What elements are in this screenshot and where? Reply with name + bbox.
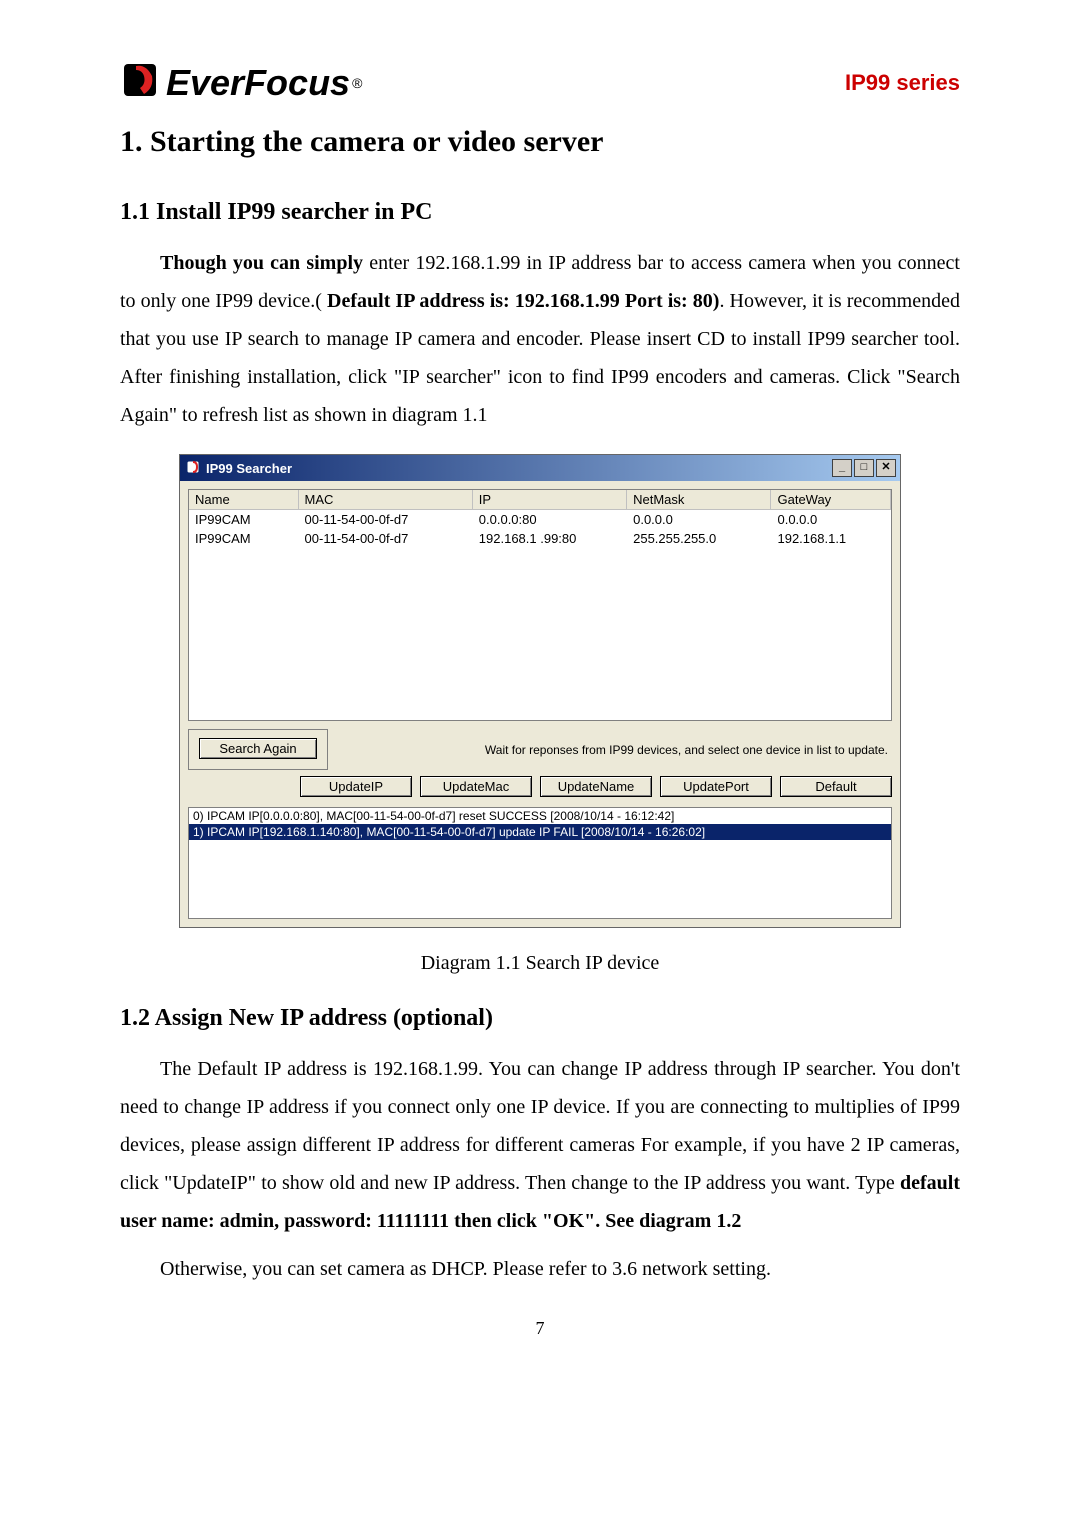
ip99-searcher-window: IP99 Searcher _ □ ✕ Name MAC IP NetMask … [179,454,901,928]
p1-bold-1: Though you can simply [160,252,369,274]
logo: EverFocus ® [120,60,362,105]
diagram-caption: Diagram 1.1 Search IP device [120,952,960,975]
cell-mask: 0.0.0.0 [627,510,771,529]
col-mask[interactable]: NetMask [627,490,771,509]
update-name-button[interactable]: UpdateName [540,776,652,797]
hint-text: Wait for reponses from IP99 devices, and… [338,743,892,757]
cell-mac: 00-11-54-00-0f-d7 [299,510,473,529]
subsection-2-heading: 1.2 Assign New IP address (optional) [120,1005,960,1032]
log-area[interactable]: 0) IPCAM IP[0.0.0.0:80], MAC[00-11-54-00… [188,807,892,919]
subsection-1-heading: 1.1 Install IP99 searcher in PC [120,199,960,226]
page-number: 7 [120,1318,960,1339]
section-heading: 1. Starting the camera or video server [120,125,960,159]
update-ip-button[interactable]: UpdateIP [300,776,412,797]
log-row[interactable]: 0) IPCAM IP[0.0.0.0:80], MAC[00-11-54-00… [189,808,891,824]
logo-registered: ® [352,75,362,91]
log-row[interactable]: 1) IPCAM IP[192.168.1.140:80], MAC[00-11… [189,824,891,840]
logo-icon [120,60,160,105]
maximize-button[interactable]: □ [854,459,874,477]
table-row[interactable]: IP99CAM 00-11-54-00-0f-d7 0.0.0.0:80 0.0… [189,510,891,529]
window-title: IP99 Searcher [206,461,292,476]
cell-ip: 192.168.1 .99:80 [473,529,627,548]
paragraph-1: Though you can simply enter 192.168.1.99… [120,244,960,434]
minimize-button[interactable]: _ [832,459,852,477]
page-header: EverFocus ® IP99 series [120,60,960,105]
titlebar: IP99 Searcher _ □ ✕ [180,455,900,481]
logo-text: EverFocus [166,62,350,104]
cell-ip: 0.0.0.0:80 [473,510,627,529]
cell-mask: 255.255.255.0 [627,529,771,548]
col-mac[interactable]: MAC [299,490,473,509]
app-icon [186,460,200,477]
paragraph-2: The Default IP address is 192.168.1.99. … [120,1050,960,1240]
default-button[interactable]: Default [780,776,892,797]
p2-text: The Default IP address is 192.168.1.99. … [120,1058,960,1194]
paragraph-3: Otherwise, you can set camera as DHCP. P… [120,1250,960,1288]
list-header: Name MAC IP NetMask GateWay [189,490,891,510]
table-row[interactable]: IP99CAM 00-11-54-00-0f-d7 192.168.1 .99:… [189,529,891,548]
p1-bold-2: Default IP address is: 192.168.1.99 Port… [327,290,719,312]
update-mac-button[interactable]: UpdateMac [420,776,532,797]
series-label: IP99 series [845,70,960,96]
update-port-button[interactable]: UpdatePort [660,776,772,797]
cell-gw: 192.168.1.1 [771,529,891,548]
search-again-button[interactable]: Search Again [199,738,317,759]
col-gw[interactable]: GateWay [771,490,891,509]
close-button[interactable]: ✕ [876,459,896,477]
search-again-group: Search Again [188,729,328,770]
cell-gw: 0.0.0.0 [771,510,891,529]
cell-mac: 00-11-54-00-0f-d7 [299,529,473,548]
device-list[interactable]: Name MAC IP NetMask GateWay IP99CAM 00-1… [188,489,892,721]
col-name[interactable]: Name [189,490,299,509]
cell-name: IP99CAM [189,529,299,548]
cell-name: IP99CAM [189,510,299,529]
col-ip[interactable]: IP [473,490,627,509]
